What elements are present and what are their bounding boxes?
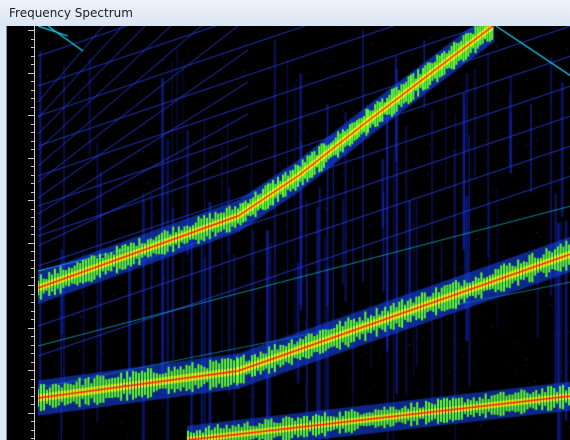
- title-bar[interactable]: Frequency Spectrum: [0, 0, 570, 26]
- ruler-tick: [31, 387, 34, 388]
- ruler-tick: [31, 47, 34, 48]
- ruler-tick: [31, 149, 34, 150]
- ruler-tick: [31, 404, 34, 405]
- ruler-tick: [31, 362, 34, 363]
- ruler-tick: [28, 30, 34, 31]
- ruler-tick: [31, 166, 34, 167]
- spectrum-view[interactable]: [6, 26, 570, 440]
- ruler-tick: [28, 370, 34, 371]
- spectrogram-canvas[interactable]: [38, 26, 570, 440]
- ruler-axis-line: [34, 26, 35, 440]
- ruler-tick: [31, 56, 34, 57]
- window-title: Frequency Spectrum: [9, 6, 133, 20]
- ruler-tick: [28, 158, 34, 159]
- frequency-ruler: [7, 26, 37, 440]
- ruler-tick: [31, 39, 34, 40]
- ruler-tick: [28, 243, 34, 244]
- ruler-tick: [31, 217, 34, 218]
- ruler-tick: [28, 200, 34, 201]
- ruler-tick: [31, 90, 34, 91]
- ruler-tick: [31, 379, 34, 380]
- ruler-tick: [28, 328, 34, 329]
- ruler-tick: [31, 226, 34, 227]
- ruler-tick: [28, 413, 34, 414]
- ruler-tick: [31, 124, 34, 125]
- ruler-tick: [31, 277, 34, 278]
- ruler-tick: [31, 107, 34, 108]
- ruler-tick: [31, 345, 34, 346]
- ruler-tick: [31, 183, 34, 184]
- ruler-tick: [31, 268, 34, 269]
- ruler-tick: [31, 209, 34, 210]
- ruler-tick: [31, 294, 34, 295]
- ruler-tick: [31, 192, 34, 193]
- ruler-tick: [31, 251, 34, 252]
- ruler-tick: [31, 302, 34, 303]
- ruler-tick: [31, 353, 34, 354]
- ruler-tick: [28, 115, 34, 116]
- ruler-tick: [31, 64, 34, 65]
- ruler-tick: [31, 81, 34, 82]
- ruler-tick: [31, 336, 34, 337]
- ruler-tick: [31, 175, 34, 176]
- ruler-tick: [31, 260, 34, 261]
- ruler-tick: [31, 430, 34, 431]
- ruler-tick: [28, 73, 34, 74]
- ruler-tick: [31, 438, 34, 439]
- ruler-tick: [31, 319, 34, 320]
- ruler-tick: [31, 141, 34, 142]
- ruler-tick: [31, 311, 34, 312]
- ruler-tick: [28, 285, 34, 286]
- ruler-tick: [31, 98, 34, 99]
- ruler-tick: [31, 132, 34, 133]
- ruler-tick: [31, 421, 34, 422]
- ruler-tick: [31, 396, 34, 397]
- ruler-tick: [31, 234, 34, 235]
